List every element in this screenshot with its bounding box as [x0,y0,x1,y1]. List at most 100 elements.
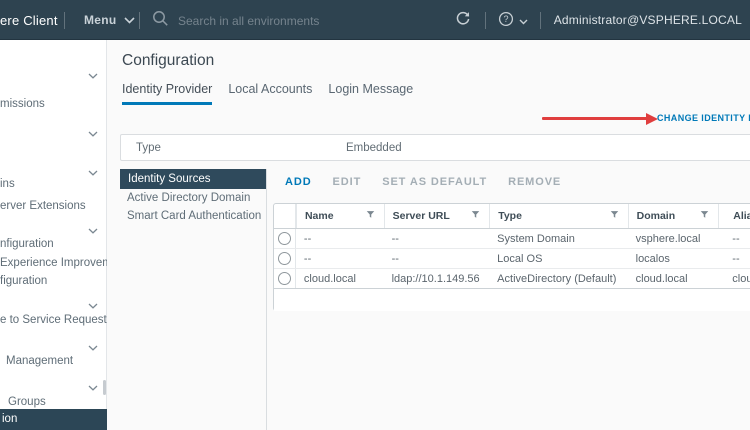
section-nav-active-directory-domain[interactable]: Active Directory Domain [120,189,266,207]
table-cell: cloud.local [732,273,750,285]
sidebar-category-row[interactable] [0,61,107,79]
table-cell: System Domain [497,233,575,245]
row-radio-button[interactable] [277,252,291,265]
sidebar-item[interactable]: Management [0,352,107,370]
column-header-domain[interactable]: Domain [627,204,719,228]
column-header-alias[interactable]: Alias [718,204,750,228]
type-label: Type [136,142,161,154]
identity-provider-section-nav: Identity Sources Active Directory Domain S… [120,169,266,225]
sidebar-item[interactable]: nfiguration [0,235,107,253]
tab-login-message[interactable]: Login Message [328,82,413,105]
tab-bar: Identity Provider Local Accounts Login Mes… [122,82,413,105]
menu-label: Menu [84,13,117,27]
sidebar-item[interactable]: ion [0,409,107,430]
table-row[interactable]: -- -- Local OS localos -- [274,249,750,269]
table-cell: -- [303,233,312,245]
row-select-cell [274,269,296,288]
row-radio-button[interactable] [277,232,291,245]
topbar-divider [64,12,65,29]
table-cell: cloud.local [635,273,688,285]
tab-identity-provider[interactable]: Identity Provider [122,82,213,105]
menu-button[interactable]: Menu [84,13,135,27]
sidebar-item[interactable]: missions [0,95,107,113]
main-content: Configuration Identity Provider Local Acc… [108,40,750,430]
chevron-down-icon [88,222,98,234]
sidebar-item[interactable]: figuration [0,272,107,290]
global-search-input[interactable]: Search in all environments [152,10,319,32]
refresh-icon [455,11,471,30]
column-header-label: Name [304,210,334,222]
top-navigation-bar: ere Client Menu Search in all environmen… [0,0,750,40]
section-nav-identity-sources[interactable]: Identity Sources [120,169,266,189]
identity-provider-type-row: Type Embedded [120,134,750,161]
column-header-name[interactable]: Name [295,204,384,228]
table-cell: ldap://10.1.149.56 [391,273,480,285]
svg-text:?: ? [503,14,508,24]
chevron-down-icon [88,297,98,309]
change-identity-provider-link[interactable]: CHANGE IDENTITY PROVIDER [657,113,750,123]
row-select-cell [274,229,296,248]
search-placeholder: Search in all environments [178,14,320,28]
app-title: ere Client [0,13,58,28]
sidebar-item-label: Groups [8,396,46,408]
topbar-divider [139,12,140,29]
filter-icon[interactable] [610,210,619,222]
identity-sources-toolbar: ADD EDIT SET AS DEFAULT REMOVE [285,176,561,188]
table-footer [274,289,750,311]
sidebar-category-row[interactable] [0,333,107,351]
column-header-label: Alias [733,210,750,222]
sidebar-category-row[interactable] [0,216,107,234]
annotation-arrow [542,117,648,120]
sidebar-category-row[interactable] [0,291,107,309]
table-cell: -- [732,233,740,245]
row-radio-button[interactable] [277,272,291,285]
sidebar-item-label: missions [0,98,45,110]
type-value: Embedded [346,142,402,154]
sidebar-item[interactable]: erver Extensions [0,197,107,215]
help-icon: ? [498,11,514,30]
add-button[interactable]: ADD [285,176,312,188]
sidebar-item[interactable]: ins [0,175,107,193]
table-cell: localos [635,253,670,265]
table-cell: -- [391,233,399,245]
column-header-server-url[interactable]: Server URL [383,204,490,228]
help-menu-button[interactable]: ? [498,11,528,30]
tab-local-accounts[interactable]: Local Accounts [228,82,312,105]
sidebar-item[interactable]: e to Service Request [0,311,107,329]
sidebar-item-label: figuration [0,275,48,287]
topbar-divider [539,11,541,29]
sidebar-category-row[interactable] [0,119,107,137]
search-icon [152,10,169,32]
sidebar-item-label: ion [2,413,18,425]
sidebar-item-label: erver Extensions [0,200,86,212]
sidebar-scrollbar[interactable] [103,380,106,395]
table-cell: Local OS [497,253,543,265]
sidebar-category-row[interactable] [0,158,107,176]
remove-button: REMOVE [508,176,562,188]
user-menu[interactable]: Administrator@VSPHERE.LOCAL [554,13,742,27]
table-row[interactable]: cloud.local ldap://10.1.149.56 ActiveDirec… [274,269,750,289]
column-header-label: Server URL [392,210,450,222]
filter-icon[interactable] [471,210,480,222]
filter-icon[interactable] [700,210,709,222]
table-selection-column-header [274,204,296,228]
edit-button: EDIT [332,176,362,188]
chevron-down-icon [519,13,528,28]
chevron-down-icon [88,379,98,391]
page-title: Configuration [122,52,215,69]
chevron-down-icon [123,13,135,27]
filter-icon[interactable] [366,210,375,222]
row-select-cell [274,249,296,268]
sidebar-item-label: Experience Improvem... [0,257,107,269]
table-row[interactable]: -- -- System Domain vsphere.local -- [274,229,750,249]
sidebar-item[interactable]: Experience Improvem... [0,254,107,272]
refresh-button[interactable] [455,11,471,30]
table-cell: -- [391,253,399,265]
section-nav-smart-card-authentication[interactable]: Smart Card Authentication [120,207,266,225]
chevron-down-icon [88,125,98,137]
chevron-down-icon [88,67,98,79]
column-header-type[interactable]: Type [489,204,627,228]
pane-divider [266,169,267,430]
sidebar-category-row[interactable] [0,373,107,391]
table-cell: ActiveDirectory (Default) [497,273,617,285]
